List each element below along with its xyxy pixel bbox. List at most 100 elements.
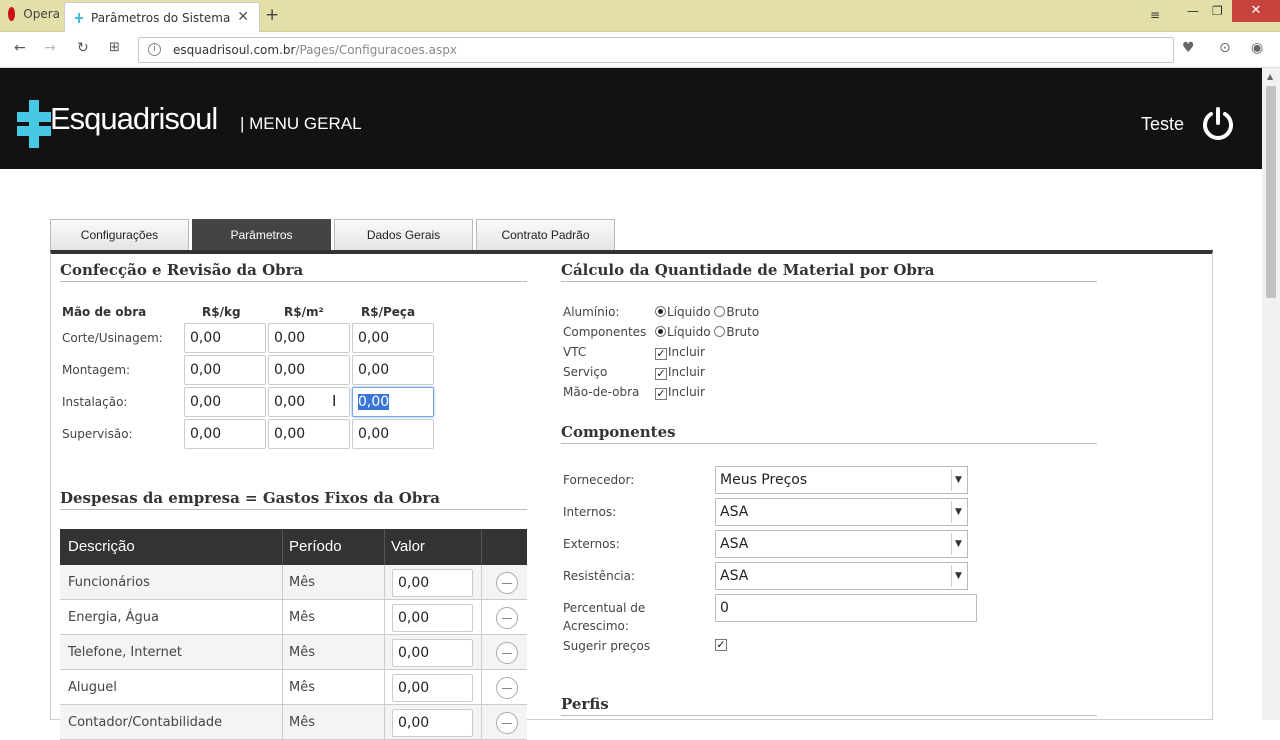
externos-select[interactable]: ASA ▼ (715, 530, 968, 558)
cell-descricao: Aluguel (68, 680, 117, 695)
montagem-kg-input[interactable]: 0,00 (184, 355, 266, 385)
divider (561, 281, 1097, 282)
tab-menu-icon[interactable]: ≡ (1150, 8, 1160, 22)
vtc-checkbox[interactable]: ✓ (655, 348, 667, 360)
vtc-option: ✓ Incluir (655, 345, 705, 360)
incluir-label: Incluir (668, 365, 705, 379)
internos-label: Internos: (563, 505, 617, 519)
valor-input[interactable]: 0,00 (392, 639, 473, 667)
cell-descricao: Telefone, Internet (68, 645, 182, 660)
sugerir-checkbox[interactable]: ✓ (715, 639, 727, 651)
col-divider (282, 635, 283, 669)
header-descricao: Descrição (68, 538, 135, 555)
cell-periodo: Mês (289, 715, 315, 730)
browser-tab-active[interactable]: Parâmetros do Sistema ✕ (64, 2, 260, 32)
table-row: Contador/Contabilidade Mês 0,00 (60, 705, 527, 740)
user-name: Teste (1141, 114, 1185, 134)
valor-input[interactable]: 0,00 (392, 674, 473, 702)
logo-text[interactable]: Esquadrisoul (50, 101, 218, 137)
cell-periodo: Mês (289, 610, 315, 625)
address-bar[interactable]: i esquadrisoul.com.br/Pages/Configuracoe… (138, 37, 1174, 63)
instalacao-peca-input[interactable]: 0,00 (352, 387, 434, 417)
mao-obra-label: Mão-de-obra (563, 385, 640, 399)
col-divider (384, 565, 385, 599)
cell-descricao: Energia, Água (68, 610, 160, 625)
instalacao-kg-input[interactable]: 0,00 (184, 387, 266, 417)
minimize-icon[interactable]: — (1187, 4, 1199, 18)
power-icon[interactable] (1200, 106, 1236, 142)
resistencia-select[interactable]: ASA ▼ (715, 562, 968, 590)
download-icon[interactable]: ⊙ (1219, 40, 1231, 56)
browser-tabbar: Opera Parâmetros do Sistema ✕ + ≡ — ❐ ✕ (0, 0, 1280, 32)
chevron-down-icon: ▼ (951, 565, 965, 587)
supervisao-peca-input[interactable]: 0,00 (352, 419, 434, 449)
scroll-up-icon[interactable]: ▲ (1267, 72, 1273, 81)
supervisao-m2-input[interactable]: 0,00 (268, 419, 350, 449)
row-label-montagem: Montagem: (62, 363, 131, 377)
bruto-label: Bruto (726, 325, 760, 339)
forward-icon[interactable]: → (44, 40, 56, 56)
servico-checkbox[interactable]: ✓ (655, 368, 667, 380)
col-divider (384, 705, 385, 739)
supervisao-kg-input[interactable]: 0,00 (184, 419, 266, 449)
componentes-liquido-radio[interactable] (655, 326, 666, 337)
chevron-down-icon: ▼ (951, 533, 965, 555)
percentual-input[interactable]: 0 (715, 594, 977, 622)
aluminio-radios: Líquido Bruto (655, 305, 759, 319)
tab-contrato-padrao[interactable]: Contrato Padrão (476, 219, 615, 250)
valor-input[interactable]: 0,00 (392, 709, 473, 737)
despesas-table: Descrição Período Valor Funcionários Mês… (60, 529, 527, 740)
remove-icon[interactable] (496, 677, 518, 699)
valor-input[interactable]: 0,00 (392, 604, 473, 632)
heart-icon[interactable]: ♥ (1182, 40, 1195, 56)
maximize-icon[interactable]: ❐ (1212, 4, 1223, 18)
col-rs-peca: R$/Peça (361, 305, 416, 319)
corte-peca-input[interactable]: 0,00 (352, 323, 434, 353)
remove-icon[interactable] (496, 607, 518, 629)
back-icon[interactable]: ← (14, 40, 26, 56)
internos-value: ASA (720, 504, 749, 520)
cell-periodo: Mês (289, 645, 315, 660)
window-close-button[interactable]: ✕ (1232, 0, 1280, 22)
tab-configuracoes[interactable]: Configurações (50, 219, 189, 250)
opera-menu-button[interactable]: Opera (0, 0, 60, 28)
table-row: Funcionários Mês 0,00 (60, 565, 527, 600)
aluminio-liquido-radio[interactable] (655, 306, 666, 317)
divider (561, 443, 1097, 444)
col-divider (384, 670, 385, 704)
speed-dial-icon[interactable]: ⊞ (109, 40, 120, 55)
divider (561, 715, 1097, 716)
account-icon[interactable]: ◉ (1251, 40, 1263, 56)
site-info-icon[interactable]: i (148, 43, 161, 56)
remove-icon[interactable] (496, 712, 518, 734)
menu-geral-link[interactable]: | MENU GERAL (240, 114, 362, 134)
tab-title: Parâmetros do Sistema (91, 10, 231, 25)
remove-icon[interactable] (496, 642, 518, 664)
col-divider (481, 705, 482, 739)
incluir-label: Incluir (668, 345, 705, 359)
tab-dados-gerais[interactable]: Dados Gerais (334, 219, 473, 250)
resistencia-value: ASA (720, 568, 749, 584)
reload-icon[interactable]: ↻ (77, 40, 89, 56)
new-tab-icon[interactable]: + (265, 5, 279, 25)
mao-obra-checkbox[interactable]: ✓ (655, 388, 667, 400)
corte-kg-input[interactable]: 0,00 (184, 323, 266, 353)
valor-input[interactable]: 0,00 (392, 569, 473, 597)
corte-m2-input[interactable]: 0,00 (268, 323, 350, 353)
row-label-corte: Corte/Usinagem: (62, 331, 163, 345)
tab-parametros[interactable]: Parâmetros (192, 219, 331, 250)
close-tab-icon[interactable]: ✕ (237, 9, 249, 25)
fornecedor-select[interactable]: Meus Preços ▼ (715, 466, 968, 494)
aluminio-bruto-radio[interactable] (714, 306, 726, 317)
montagem-m2-input[interactable]: 0,00 (268, 355, 350, 385)
cell-descricao: Contador/Contabilidade (68, 715, 223, 730)
internos-select[interactable]: ASA ▼ (715, 498, 968, 526)
remove-icon[interactable] (496, 572, 518, 594)
componentes-bruto-radio[interactable] (714, 326, 726, 337)
componentes-radios: Líquido Bruto (655, 325, 759, 339)
montagem-peca-input[interactable]: 0,00 (352, 355, 434, 385)
table-header: Descrição Período Valor (60, 529, 527, 565)
page-scrollbar[interactable]: ▲ (1262, 68, 1280, 720)
scroll-thumb[interactable] (1266, 86, 1276, 298)
acrescimo-label: Acrescimo: (563, 619, 629, 633)
